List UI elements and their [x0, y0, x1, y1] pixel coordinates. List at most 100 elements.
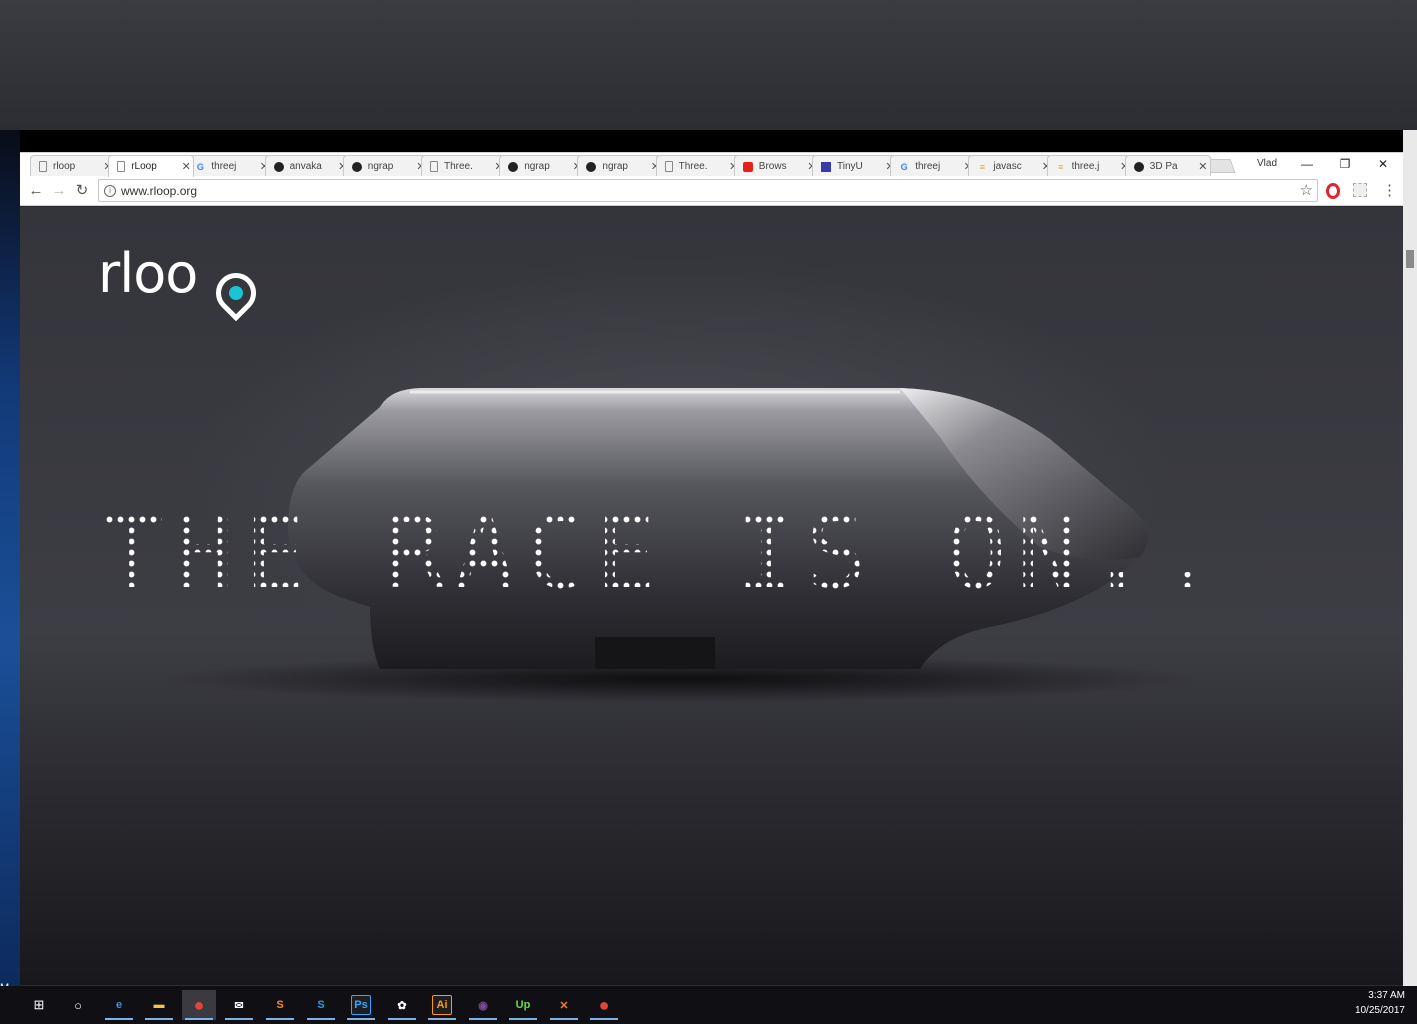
- upwork-icon[interactable]: Up: [506, 990, 540, 1020]
- doc-icon: [430, 161, 438, 172]
- upwork-icon-glyph: Up: [515, 999, 531, 1011]
- desktop-background-top: [0, 0, 1417, 130]
- browser-tab[interactable]: 3D Pa ✕: [1124, 155, 1211, 177]
- windows-start-icon[interactable]: ⊞: [22, 990, 56, 1020]
- tab-label: ngrap: [524, 161, 550, 172]
- tor-icon[interactable]: ◉: [466, 990, 500, 1020]
- desktop-right-edge: [1403, 130, 1417, 986]
- browser-tab[interactable]: Brows✕: [733, 155, 820, 177]
- tab-label: ngrap: [602, 161, 628, 172]
- file-explorer-icon[interactable]: ▬: [142, 990, 176, 1020]
- sublime-icon-glyph: S: [276, 999, 284, 1011]
- profile-button[interactable]: Vlad: [1257, 158, 1277, 169]
- browser-tab[interactable]: Gthreej✕: [186, 155, 273, 177]
- chrome-icon[interactable]: ●: [182, 990, 216, 1020]
- browser-toolbar: ← → ↻ i www.rloop.org ☆ ⋮: [20, 176, 1403, 206]
- stackoverflow-icon: ≡: [979, 161, 986, 172]
- tab-strip: Vlad — ❐ ✕ rloop✕rLoop✕Gthreej✕anvaka✕ng…: [20, 152, 1403, 177]
- cortana-icon-glyph: ○: [74, 997, 82, 1013]
- mail-icon[interactable]: ✉: [222, 990, 256, 1020]
- xampp-icon-glyph: ✕: [559, 999, 569, 1012]
- tab-label: Three.: [444, 161, 473, 172]
- address-url[interactable]: www.rloop.org: [121, 184, 197, 198]
- mail-icon-glyph: ✉: [234, 999, 244, 1012]
- tab-close-icon[interactable]: ✕: [179, 160, 193, 173]
- illustrator-icon-glyph: Ai: [432, 995, 452, 1015]
- tab-label: rLoop: [131, 161, 157, 172]
- browser-tab[interactable]: Three.✕: [655, 155, 742, 177]
- tab-label: Three.: [678, 161, 708, 172]
- browser-tab[interactable]: rLoop ✕: [108, 155, 195, 177]
- system-clock[interactable]: 3:37 AM 10/25/2017: [1355, 988, 1405, 1018]
- browser-tab[interactable]: ngrap✕: [342, 155, 429, 177]
- chrome-icon-glyph: ●: [193, 994, 205, 1015]
- doc-icon: [39, 161, 47, 172]
- restore-button[interactable]: ❐: [1330, 155, 1360, 173]
- tab-label: threej: [915, 161, 941, 172]
- close-window-button[interactable]: ✕: [1368, 155, 1398, 173]
- minimize-button[interactable]: —: [1292, 155, 1322, 173]
- skype-icon[interactable]: S: [304, 990, 338, 1020]
- photoshop-icon[interactable]: Ps: [344, 990, 378, 1020]
- tab-label: TinyU: [837, 161, 863, 172]
- site-info-icon[interactable]: i: [104, 185, 116, 197]
- browser-tab[interactable]: ≡three.j✕: [1046, 155, 1133, 177]
- tab-label: javasc: [993, 161, 1022, 172]
- browser-tab[interactable]: anvaka✕: [264, 155, 351, 177]
- browser-tab[interactable]: ngrap✕: [577, 155, 664, 177]
- google-icon: G: [900, 161, 908, 172]
- sublime-icon[interactable]: S: [263, 990, 297, 1020]
- bookmark-star-icon[interactable]: ☆: [1300, 181, 1313, 199]
- github-icon: [351, 161, 362, 172]
- github-icon: [1133, 161, 1144, 172]
- browser-tab[interactable]: ≡javasc✕: [968, 155, 1055, 177]
- tab-label: threej: [211, 161, 237, 172]
- skype-icon-glyph: S: [317, 999, 325, 1011]
- clock-time: 3:37 AM: [1368, 990, 1405, 1001]
- back-button[interactable]: ←: [26, 181, 46, 201]
- tinyurl-icon: [821, 161, 831, 172]
- chrome-2-icon-glyph: ●: [598, 994, 610, 1015]
- github-icon: [508, 161, 519, 172]
- scrollbar-thumb[interactable]: [1406, 250, 1414, 268]
- doc-icon: [664, 161, 673, 172]
- tab-label: anvaka: [289, 161, 322, 172]
- windows-taskbar: 3:37 AM 10/25/2017 ⊞ ○ e ▬ ● ✉ S S Ps ✿ Ai ◉ Up ✕ ●: [0, 986, 1417, 1024]
- xampp-icon[interactable]: ✕: [547, 990, 581, 1020]
- tab-label: rloop: [53, 161, 76, 172]
- page-content: rloo THE RACE IS ON..: [20, 207, 1403, 985]
- browser-menu-icon[interactable]: ⋮: [1382, 181, 1397, 199]
- logo-accent-dot: [229, 286, 243, 300]
- tor-icon-glyph: ◉: [478, 999, 488, 1012]
- reload-button[interactable]: ↻: [72, 181, 92, 201]
- chrome-2-icon[interactable]: ●: [587, 990, 621, 1020]
- illustrator-icon[interactable]: Ai: [425, 990, 459, 1020]
- paint-icon[interactable]: ✿: [385, 990, 419, 1020]
- github-icon: [586, 161, 597, 172]
- opera-extension-icon[interactable]: [1326, 183, 1340, 199]
- browser-tab[interactable]: rloop✕: [30, 155, 116, 177]
- google-icon: G: [196, 161, 204, 172]
- tab-label: Brows: [758, 161, 787, 172]
- address-bar[interactable]: i www.rloop.org ☆: [98, 179, 1318, 202]
- cortana-icon[interactable]: ○: [61, 990, 95, 1020]
- browser-tab[interactable]: ngrap✕: [499, 155, 586, 177]
- windows-start-icon-glyph: ⊞: [33, 997, 45, 1012]
- paint-icon-glyph: ✿: [397, 999, 407, 1012]
- edge-icon[interactable]: e: [102, 990, 136, 1020]
- photoshop-icon-glyph: Ps: [351, 995, 371, 1015]
- github-icon: [273, 161, 284, 172]
- tab-label: 3D Pa: [1149, 161, 1178, 172]
- browser-tab[interactable]: TinyU✕: [812, 155, 898, 177]
- tab-close-icon[interactable]: ✕: [1196, 160, 1210, 173]
- forward-button[interactable]: →: [49, 181, 69, 201]
- browser-tab[interactable]: Gthreej✕: [890, 155, 977, 177]
- rloop-logo[interactable]: rloo: [98, 247, 268, 342]
- tab-label: three.j: [1071, 161, 1100, 172]
- browser-tab[interactable]: Three.✕: [421, 155, 507, 177]
- desktop-left-edge: M 017: [0, 130, 20, 1014]
- file-explorer-icon-glyph: ▬: [153, 999, 165, 1011]
- edge-icon-glyph: e: [115, 999, 123, 1011]
- doc-icon: [117, 161, 126, 172]
- extension-icon[interactable]: [1353, 183, 1367, 197]
